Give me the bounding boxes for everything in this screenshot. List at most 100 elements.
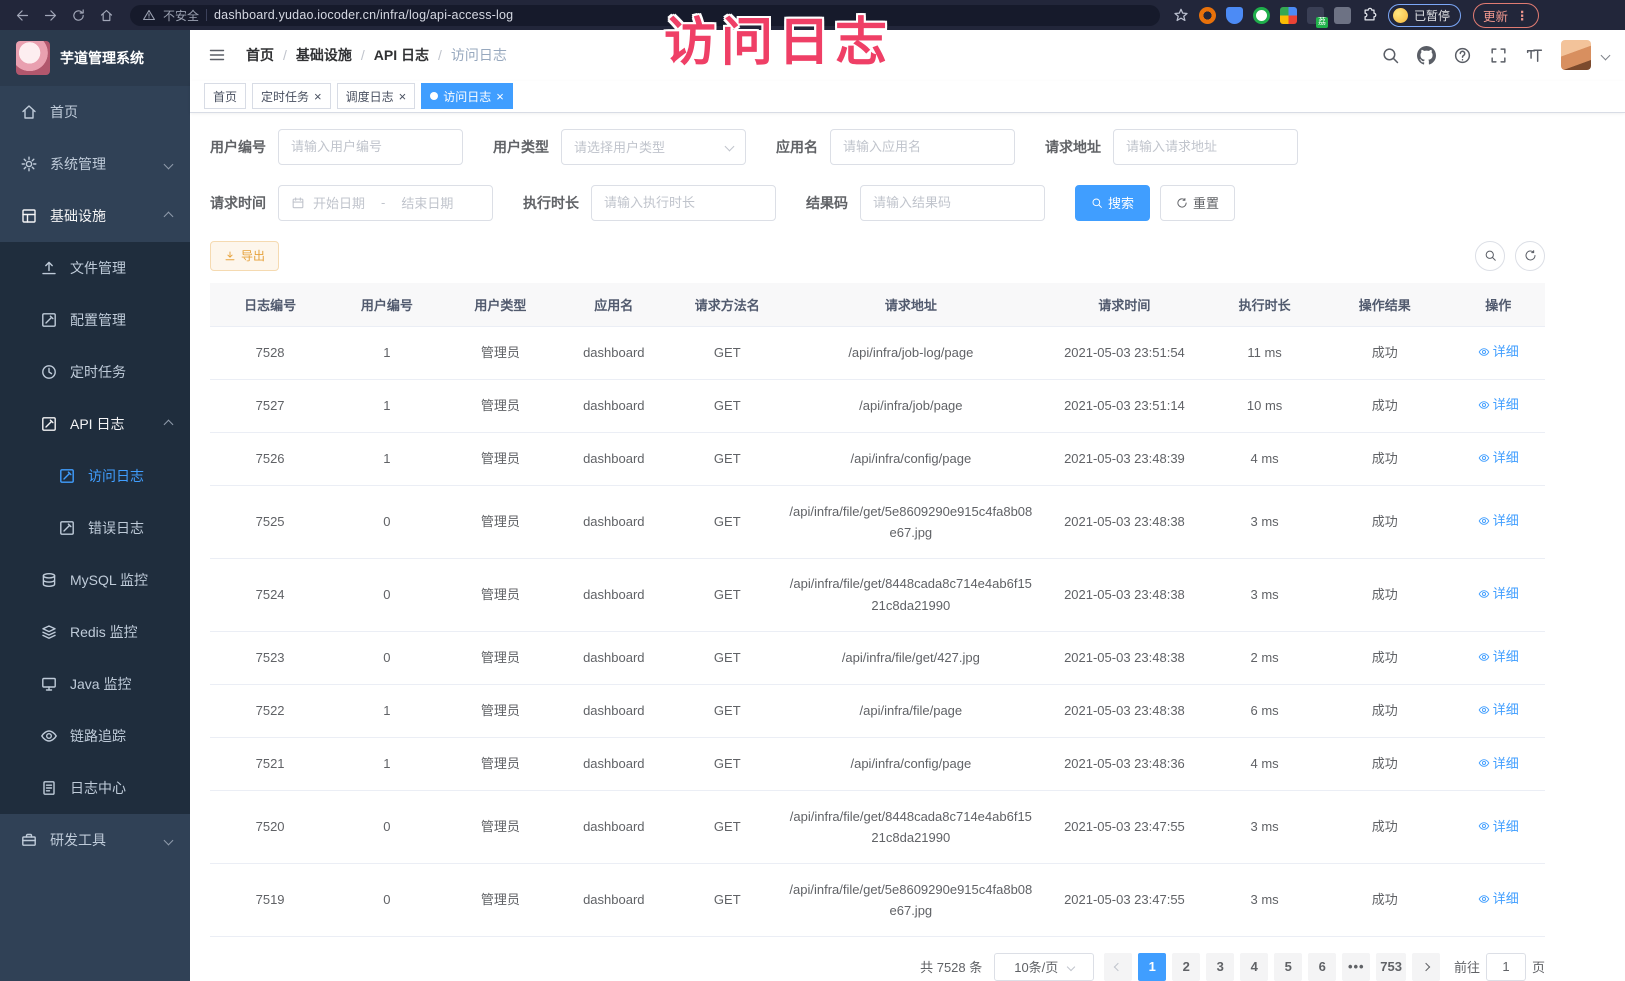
sidebar-item-2[interactable]: 基础设施 [0, 190, 190, 242]
java-icon [40, 675, 58, 693]
cell-log-id: 7528 [210, 326, 330, 379]
detail-link[interactable]: 详细 [1478, 699, 1519, 720]
close-icon[interactable]: × [496, 90, 504, 103]
next-page-button[interactable] [1412, 953, 1440, 981]
chevron-down-icon [164, 159, 174, 169]
sidebar-item-8[interactable]: 错误日志 [0, 502, 190, 554]
sidebar-item-1[interactable]: 系统管理 [0, 138, 190, 190]
fullscreen-icon[interactable] [1489, 46, 1508, 65]
detail-link[interactable]: 详细 [1478, 510, 1519, 531]
browser-back-icon[interactable] [10, 3, 34, 27]
request-url-input[interactable] [1113, 129, 1298, 165]
sidebar-item-10[interactable]: Redis 监控 [0, 606, 190, 658]
extension-shield-icon[interactable] [1226, 7, 1243, 24]
sidebar-item-0[interactable]: 首页 [0, 86, 190, 138]
help-icon[interactable] [1453, 46, 1472, 65]
cell-method: GET [671, 486, 784, 559]
search-icon[interactable] [1381, 46, 1400, 65]
edit-icon [40, 311, 58, 329]
sidebar-item-3[interactable]: 文件管理 [0, 242, 190, 294]
breadcrumb-item-1[interactable]: 基础设施 [296, 45, 352, 65]
tab-0[interactable]: 首页 [204, 83, 246, 109]
github-icon[interactable] [1417, 46, 1436, 65]
refresh-table-button[interactable] [1515, 241, 1545, 271]
sidebar-item-12[interactable]: 链路追踪 [0, 710, 190, 762]
extension-icon-4[interactable]: 荔 [1307, 7, 1324, 24]
user-id-input[interactable] [278, 129, 463, 165]
close-icon[interactable]: × [399, 90, 407, 103]
breadcrumb-item-0[interactable]: 首页 [246, 45, 274, 65]
detail-link[interactable]: 详细 [1478, 394, 1519, 415]
security-label: 不安全 [163, 7, 199, 24]
detail-label: 详细 [1493, 816, 1519, 837]
detail-link[interactable]: 详细 [1478, 646, 1519, 667]
cell-user-type: 管理员 [444, 432, 557, 485]
goto-page-input[interactable] [1486, 953, 1526, 981]
user-type-select[interactable]: 请选择用户类型 [561, 129, 746, 165]
sidebar-item-6[interactable]: API 日志 [0, 398, 190, 450]
app-name-input[interactable] [830, 129, 1015, 165]
sidebar-item-5[interactable]: 定时任务 [0, 346, 190, 398]
user-avatar[interactable] [1561, 40, 1591, 70]
export-button[interactable]: 导出 [210, 241, 279, 271]
extension-icon-1[interactable] [1199, 7, 1216, 24]
tab-1[interactable]: 定时任务× [252, 83, 331, 109]
more-pages-button[interactable]: ••• [1342, 953, 1370, 981]
detail-link[interactable]: 详细 [1478, 753, 1519, 774]
bookmark-star-icon[interactable] [1172, 7, 1189, 24]
detail-link[interactable]: 详细 [1478, 341, 1519, 362]
browser-update-button[interactable]: 更新 ⋮ [1473, 3, 1539, 28]
tab-2[interactable]: 调度日志× [337, 83, 416, 109]
reset-button[interactable]: 重置 [1160, 185, 1235, 221]
extension-icon-3[interactable] [1280, 7, 1297, 24]
avatar-caret-icon[interactable] [1601, 51, 1611, 61]
extension-icon-5[interactable] [1334, 7, 1351, 24]
page-button-6[interactable]: 6 [1308, 953, 1336, 981]
cell-user-type: 管理员 [444, 326, 557, 379]
page-size-select[interactable]: 10条/页 [994, 953, 1094, 981]
cell-request-time: 2021-05-03 23:48:38 [1038, 558, 1212, 631]
page-url: dashboard.yudao.iocoder.cn/infra/log/api… [214, 8, 513, 22]
page-button-5[interactable]: 5 [1274, 953, 1302, 981]
sidebar-item-14[interactable]: 研发工具 [0, 814, 190, 866]
browser-home-icon[interactable] [94, 3, 118, 27]
extensions-puzzle-icon[interactable] [1361, 7, 1378, 24]
tab-3[interactable]: 访问日志× [421, 83, 513, 109]
font-size-icon[interactable] [1525, 46, 1544, 65]
address-bar[interactable]: 不安全 dashboard.yudao.iocoder.cn/infra/log… [130, 5, 1160, 26]
cell-app-name: dashboard [557, 326, 670, 379]
page-button-753[interactable]: 753 [1376, 953, 1406, 981]
detail-link[interactable]: 详细 [1478, 447, 1519, 468]
page-button-3[interactable]: 3 [1206, 953, 1234, 981]
result-code-input[interactable] [860, 185, 1045, 221]
app-logo[interactable]: 芋道管理系统 [0, 30, 190, 86]
request-time-range-picker[interactable]: 开始日期 - 结束日期 [278, 185, 493, 221]
browser-forward-icon[interactable] [38, 3, 62, 27]
cell-app-name: dashboard [557, 684, 670, 737]
page-button-4[interactable]: 4 [1240, 953, 1268, 981]
sidebar-item-9[interactable]: MySQL 监控 [0, 554, 190, 606]
search-button[interactable]: 搜索 [1075, 185, 1150, 221]
close-icon[interactable]: × [314, 90, 322, 103]
cell-request-time: 2021-05-03 23:48:38 [1038, 631, 1212, 684]
extension-icon-2[interactable] [1253, 7, 1270, 24]
sidebar-item-4[interactable]: 配置管理 [0, 294, 190, 346]
hamburger-icon[interactable] [206, 44, 228, 66]
detail-link[interactable]: 详细 [1478, 888, 1519, 909]
filter-request-time: 请求时间 开始日期 - 结束日期 [210, 185, 493, 221]
prev-page-button[interactable] [1104, 953, 1132, 981]
profile-paused-pill[interactable]: 已暂停 [1388, 4, 1461, 27]
page-button-2[interactable]: 2 [1172, 953, 1200, 981]
browser-menu-icon[interactable]: ⋮ [1516, 8, 1529, 23]
breadcrumb-item-2[interactable]: API 日志 [374, 45, 429, 65]
browser-reload-icon[interactable] [66, 3, 90, 27]
active-dot [430, 92, 438, 100]
sidebar-item-11[interactable]: Java 监控 [0, 658, 190, 710]
sidebar-item-13[interactable]: 日志中心 [0, 762, 190, 814]
duration-input[interactable] [591, 185, 776, 221]
toggle-search-button[interactable] [1475, 241, 1505, 271]
detail-link[interactable]: 详细 [1478, 816, 1519, 837]
sidebar-item-7[interactable]: 访问日志 [0, 450, 190, 502]
page-button-1[interactable]: 1 [1138, 953, 1166, 981]
detail-link[interactable]: 详细 [1478, 583, 1519, 604]
